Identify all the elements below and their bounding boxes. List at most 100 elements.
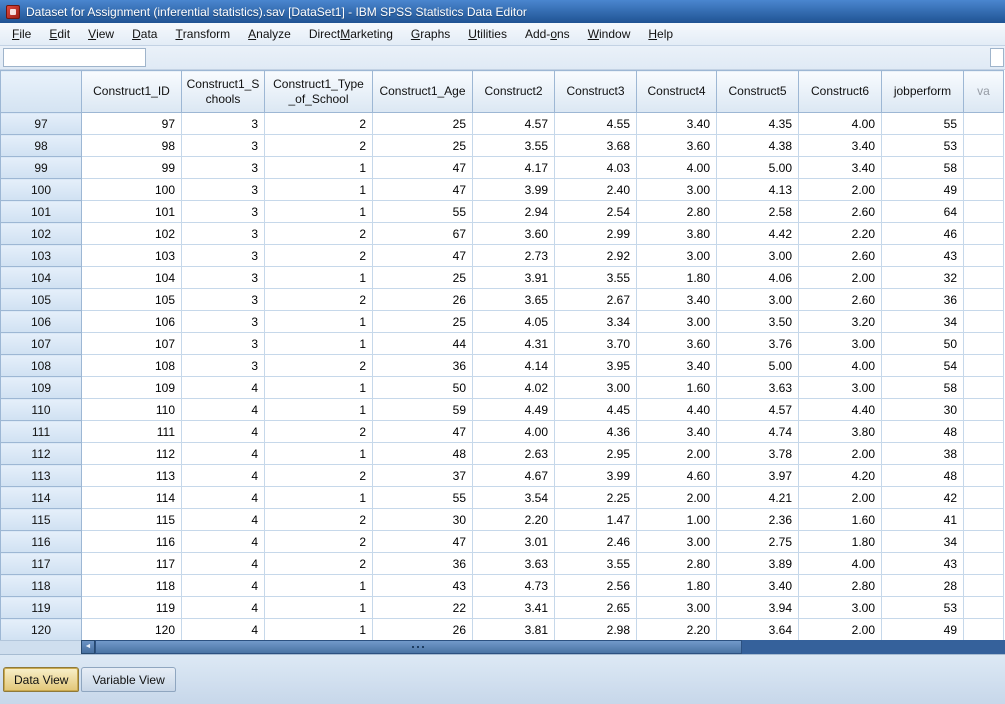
- cell[interactable]: 106: [81, 310, 182, 333]
- cell[interactable]: 2.00: [636, 442, 717, 465]
- cell[interactable]: 3.91: [472, 266, 555, 289]
- cell[interactable]: 3.99: [472, 178, 555, 201]
- cell[interactable]: 4: [181, 398, 265, 421]
- cell[interactable]: 47: [372, 530, 473, 553]
- cell[interactable]: 2.46: [554, 530, 637, 553]
- cell[interactable]: 43: [881, 552, 964, 575]
- column-header-construct2[interactable]: Construct2: [472, 70, 555, 113]
- cell[interactable]: 3.63: [716, 376, 799, 399]
- column-header-construct5[interactable]: Construct5: [716, 70, 799, 113]
- cell[interactable]: 54: [881, 354, 964, 377]
- cell[interactable]: 104: [81, 266, 182, 289]
- cell-var-empty[interactable]: [963, 156, 1004, 179]
- cell[interactable]: 50: [372, 376, 473, 399]
- cell[interactable]: 3: [181, 200, 265, 223]
- row-header-119[interactable]: 119: [0, 596, 82, 619]
- cell[interactable]: 1: [264, 178, 373, 201]
- column-header-construct4[interactable]: Construct4: [636, 70, 717, 113]
- cell[interactable]: 25: [372, 266, 473, 289]
- cell[interactable]: 2.98: [554, 618, 637, 640]
- cell[interactable]: 36: [372, 552, 473, 575]
- cell[interactable]: 2.00: [798, 618, 882, 640]
- cell[interactable]: 47: [372, 178, 473, 201]
- cell[interactable]: 5.00: [716, 354, 799, 377]
- cell[interactable]: 2.99: [554, 222, 637, 245]
- row-header-105[interactable]: 105: [0, 288, 82, 311]
- cell[interactable]: 1: [264, 596, 373, 619]
- scrollbar-thumb[interactable]: [95, 640, 742, 654]
- cell[interactable]: 99: [81, 156, 182, 179]
- cell[interactable]: 4: [181, 530, 265, 553]
- cell[interactable]: 4.42: [716, 222, 799, 245]
- cell[interactable]: 3.00: [716, 244, 799, 267]
- cell[interactable]: 2.80: [636, 200, 717, 223]
- cell[interactable]: 3.40: [716, 574, 799, 597]
- cell[interactable]: 4: [181, 376, 265, 399]
- cell[interactable]: 3.70: [554, 332, 637, 355]
- cell[interactable]: 44: [372, 332, 473, 355]
- menu-item-help[interactable]: Help: [639, 23, 682, 45]
- cell[interactable]: 3.55: [554, 266, 637, 289]
- cell[interactable]: 3.63: [472, 552, 555, 575]
- cell[interactable]: 42: [881, 486, 964, 509]
- cell-var-empty[interactable]: [963, 376, 1004, 399]
- menu-item-utilities[interactable]: Utilities: [459, 23, 516, 45]
- cell[interactable]: 103: [81, 244, 182, 267]
- cell[interactable]: 3.00: [636, 596, 717, 619]
- cell[interactable]: 1: [264, 266, 373, 289]
- cell[interactable]: 64: [881, 200, 964, 223]
- cell[interactable]: 26: [372, 618, 473, 640]
- cell[interactable]: 25: [372, 134, 473, 157]
- row-header-116[interactable]: 116: [0, 530, 82, 553]
- cell[interactable]: 115: [81, 508, 182, 531]
- cell[interactable]: 1: [264, 332, 373, 355]
- cell[interactable]: 55: [881, 112, 964, 135]
- cell[interactable]: 3.81: [472, 618, 555, 640]
- cell[interactable]: 36: [881, 288, 964, 311]
- cell[interactable]: 1: [264, 310, 373, 333]
- tab-variable-view[interactable]: Variable View: [81, 667, 176, 692]
- cell[interactable]: 1.80: [636, 574, 717, 597]
- cell[interactable]: 4.40: [798, 398, 882, 421]
- cell[interactable]: 2.00: [798, 442, 882, 465]
- column-header-construct1-id[interactable]: Construct1_ID: [81, 70, 182, 113]
- cell[interactable]: 1.47: [554, 508, 637, 531]
- cell[interactable]: 4.03: [554, 156, 637, 179]
- cell[interactable]: 2.60: [798, 244, 882, 267]
- cell[interactable]: 1: [264, 156, 373, 179]
- cell[interactable]: 1.80: [636, 266, 717, 289]
- cell[interactable]: 32: [881, 266, 964, 289]
- cell[interactable]: 2.20: [798, 222, 882, 245]
- cell[interactable]: 107: [81, 332, 182, 355]
- cell[interactable]: 4.00: [798, 112, 882, 135]
- cell[interactable]: 3: [181, 178, 265, 201]
- cell[interactable]: 2.67: [554, 288, 637, 311]
- cell-var-empty[interactable]: [963, 552, 1004, 575]
- cell[interactable]: 4.14: [472, 354, 555, 377]
- cell-var-empty[interactable]: [963, 398, 1004, 421]
- column-header-construct1-age[interactable]: Construct1_Age: [372, 70, 473, 113]
- cell[interactable]: 36: [372, 354, 473, 377]
- cell[interactable]: 108: [81, 354, 182, 377]
- cell[interactable]: 3.95: [554, 354, 637, 377]
- cell[interactable]: 3: [181, 222, 265, 245]
- row-header-120[interactable]: 120: [0, 618, 82, 640]
- cell[interactable]: 34: [881, 310, 964, 333]
- cell[interactable]: 3.00: [716, 288, 799, 311]
- cell[interactable]: 105: [81, 288, 182, 311]
- cell[interactable]: 2: [264, 134, 373, 157]
- cell[interactable]: 1: [264, 442, 373, 465]
- cell[interactable]: 3: [181, 112, 265, 135]
- cell[interactable]: 3: [181, 310, 265, 333]
- cell[interactable]: 110: [81, 398, 182, 421]
- cell[interactable]: 67: [372, 222, 473, 245]
- menu-item-data[interactable]: Data: [123, 23, 166, 45]
- cell[interactable]: 2.54: [554, 200, 637, 223]
- cell[interactable]: 2: [264, 288, 373, 311]
- row-header-100[interactable]: 100: [0, 178, 82, 201]
- row-header-113[interactable]: 113: [0, 464, 82, 487]
- cell[interactable]: 117: [81, 552, 182, 575]
- cell[interactable]: 3.00: [554, 376, 637, 399]
- cell-var-empty[interactable]: [963, 618, 1004, 640]
- row-header-114[interactable]: 114: [0, 486, 82, 509]
